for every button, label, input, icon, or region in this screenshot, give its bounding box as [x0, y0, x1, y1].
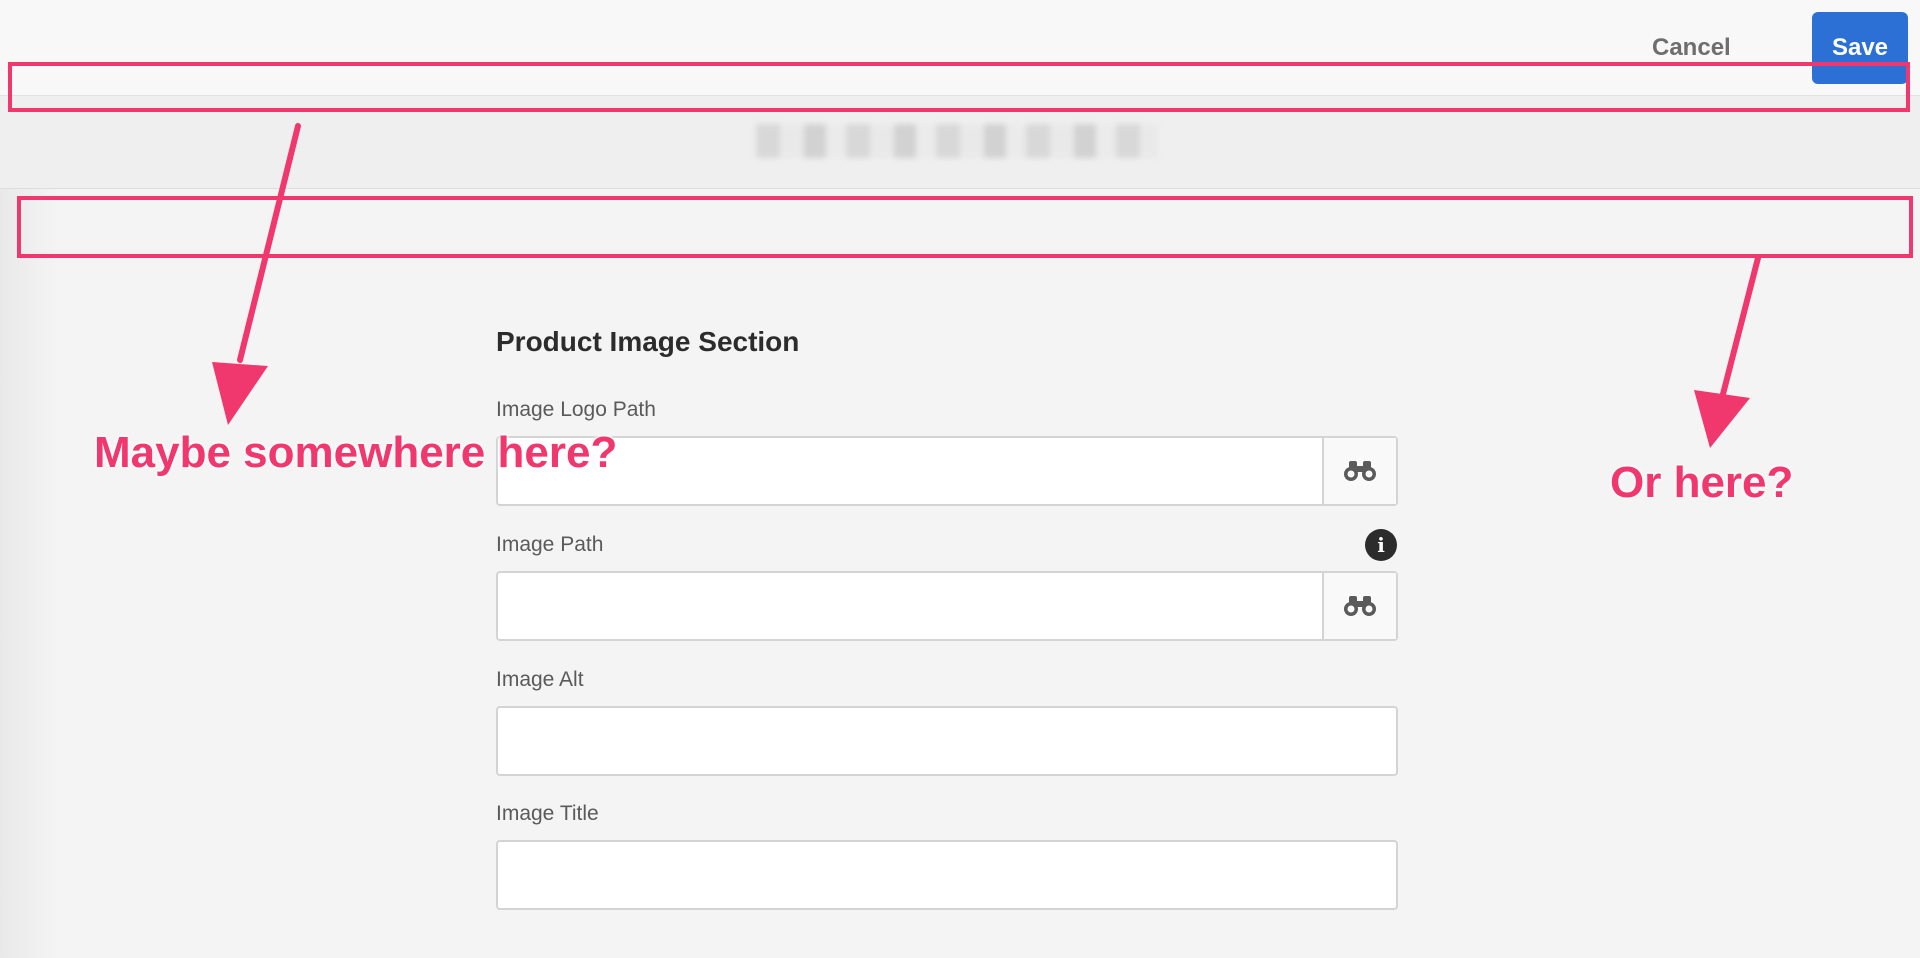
image-title-label: Image Title: [496, 802, 599, 825]
section-title: Product Image Section: [496, 326, 800, 357]
image-logo-path-browse-button[interactable]: [1322, 438, 1396, 504]
image-title-input[interactable]: [498, 842, 1396, 908]
image-alt-input[interactable]: [498, 708, 1396, 774]
blurred-dialog-title: [756, 124, 1158, 158]
image-title-field: [496, 840, 1398, 910]
annotation-text-right: Or here?: [1610, 458, 1794, 507]
binoculars-icon: [1344, 596, 1376, 616]
image-logo-path-field: [496, 436, 1398, 506]
annotation-box-bottom: [17, 196, 1913, 258]
image-path-field: [496, 571, 1398, 641]
info-icon[interactable]: i: [1365, 529, 1397, 561]
image-path-browse-button[interactable]: [1322, 573, 1396, 639]
image-alt-field: [496, 706, 1398, 776]
binoculars-icon: [1344, 461, 1376, 481]
content-left-shadow: [0, 189, 60, 958]
image-logo-path-label: Image Logo Path: [496, 398, 656, 421]
image-alt-label: Image Alt: [496, 668, 584, 691]
annotation-box-top: [8, 62, 1910, 112]
annotation-text-left: Maybe somewhere here?: [94, 428, 618, 477]
image-path-input[interactable]: [498, 573, 1324, 639]
image-path-label: Image Path: [496, 533, 604, 556]
image-logo-path-input[interactable]: [498, 438, 1324, 504]
